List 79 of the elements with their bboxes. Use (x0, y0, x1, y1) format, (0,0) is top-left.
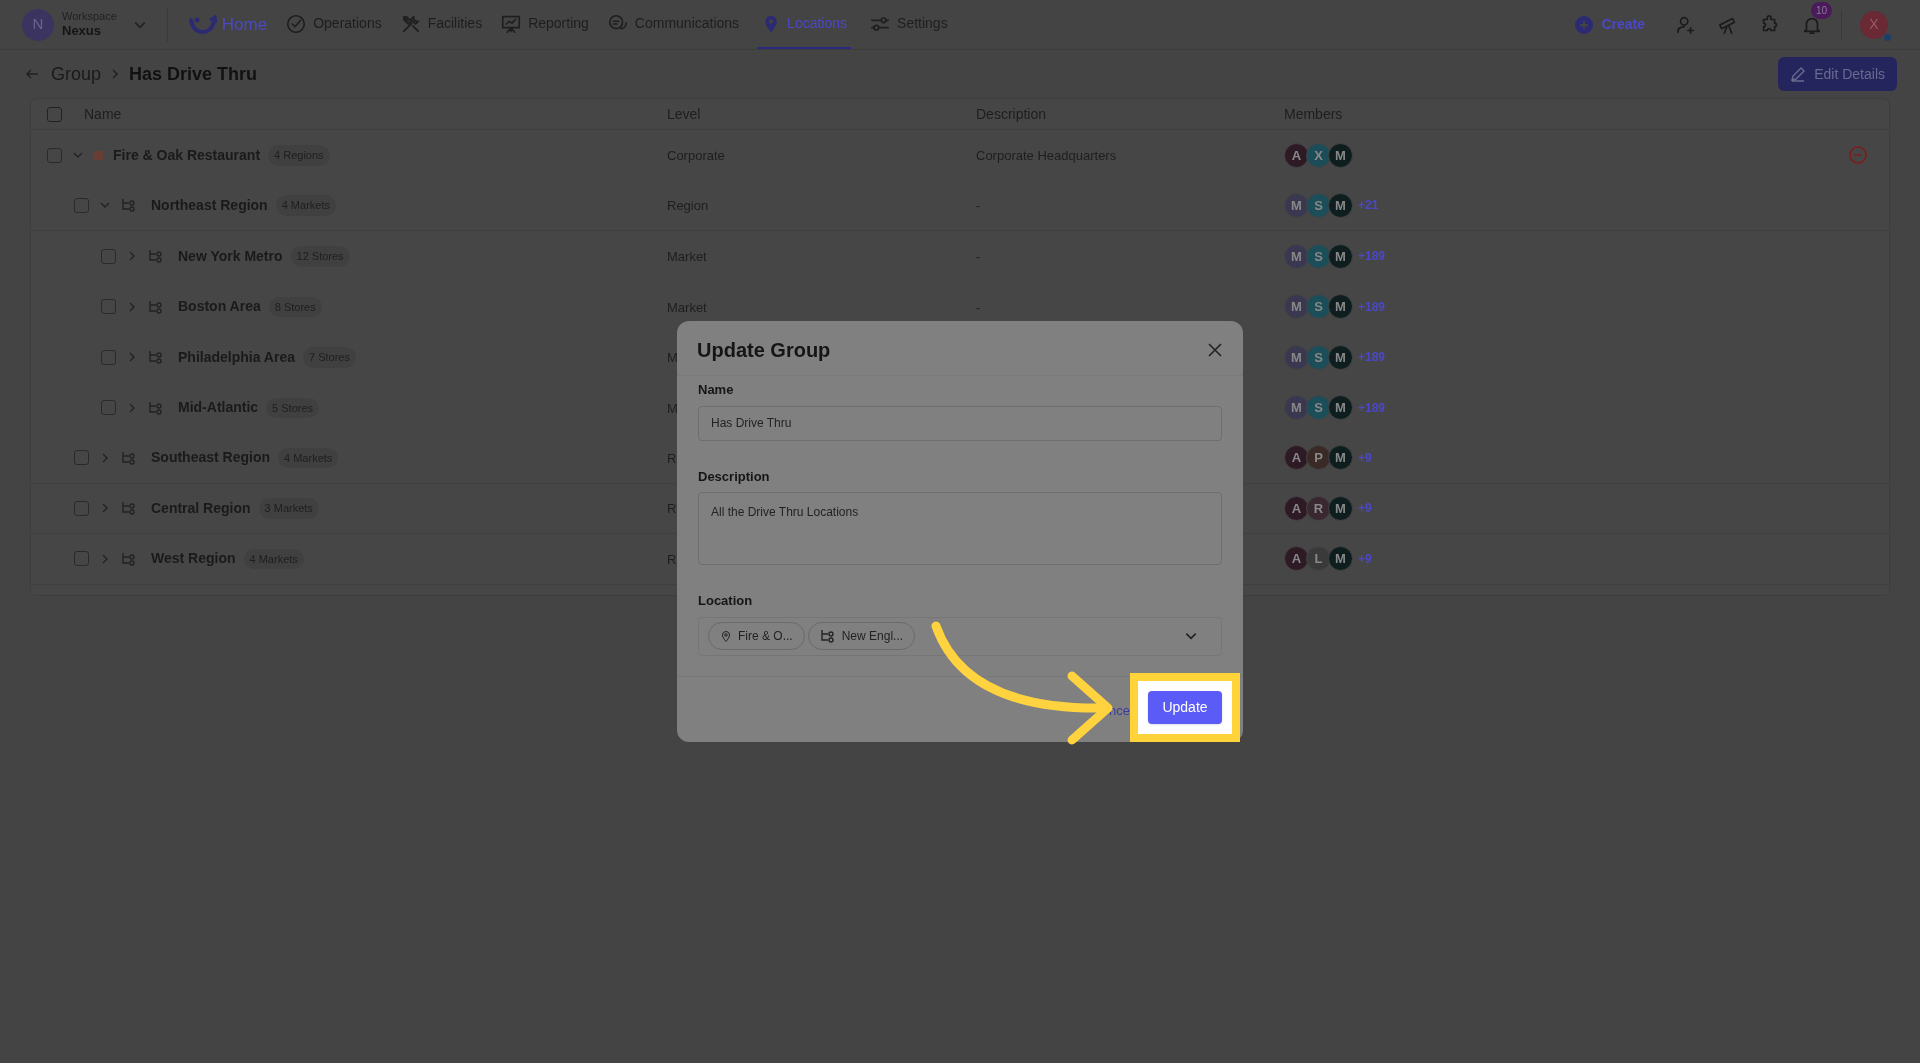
modal-title: Update Group (697, 338, 831, 363)
member-avatar: S (1306, 395, 1331, 421)
create-button[interactable]: Create (1575, 14, 1645, 35)
member-avatar: M (1328, 192, 1353, 218)
member-avatar: M (1284, 192, 1309, 218)
member-avatar: M (1284, 294, 1309, 320)
org-color-square (94, 150, 103, 160)
location-select[interactable]: Fire & O... New Engl... (698, 616, 1222, 656)
back-arrow-icon[interactable] (25, 67, 39, 81)
hierarchy-icon (148, 350, 164, 365)
field-label: Description (698, 467, 771, 486)
member-avatar: M (1284, 243, 1309, 269)
more-members-count[interactable]: +21 (1358, 196, 1379, 215)
update-button[interactable]: Update (1148, 691, 1222, 724)
member-avatar: S (1306, 344, 1331, 370)
more-members-count[interactable]: +9 (1358, 499, 1372, 518)
member-avatar: M (1328, 344, 1353, 370)
hierarchy-icon (148, 249, 164, 264)
row-checkbox[interactable] (74, 197, 89, 213)
hierarchy-icon (121, 198, 137, 213)
more-members-count[interactable]: +189 (1358, 247, 1386, 266)
more-members-count[interactable]: +189 (1358, 398, 1386, 417)
hierarchy-icon (148, 299, 164, 314)
member-avatar: R (1306, 495, 1331, 521)
row-checkbox[interactable] (101, 349, 116, 365)
member-avatar: S (1306, 192, 1331, 218)
more-members-count[interactable]: +9 (1358, 448, 1372, 467)
more-members-count[interactable]: +9 (1358, 549, 1372, 568)
member-avatar: M (1328, 395, 1353, 421)
member-avatar: M (1328, 294, 1353, 320)
member-avatar: A (1284, 142, 1309, 168)
hierarchy-icon (148, 400, 164, 415)
member-avatar: A (1284, 495, 1309, 521)
member-avatar: M (1328, 142, 1353, 168)
more-members-count[interactable]: +189 (1358, 297, 1386, 316)
member-avatar: M (1328, 243, 1353, 269)
more-members-count[interactable]: +189 (1358, 348, 1386, 367)
row-checkbox[interactable] (101, 400, 116, 416)
member-avatar: A (1284, 546, 1309, 572)
hierarchy-icon (121, 551, 137, 566)
close-icon[interactable] (1207, 342, 1223, 358)
remove-circle-icon[interactable] (1849, 146, 1867, 165)
nav-tab[interactable]: Locations (757, 0, 852, 49)
row-checkbox[interactable] (74, 500, 89, 516)
smile-logo-icon (187, 13, 218, 36)
row-checkbox[interactable] (101, 299, 116, 315)
member-avatar: M (1284, 344, 1309, 370)
notification-badge: 10 (1811, 1, 1833, 19)
member-avatar: S (1306, 294, 1331, 320)
member-avatar: M (1284, 395, 1309, 421)
member-avatar: L (1306, 546, 1331, 572)
member-avatar: M (1328, 445, 1353, 471)
row-checkbox[interactable] (101, 248, 116, 264)
row-checkbox[interactable] (47, 147, 62, 163)
description-cell: - (976, 299, 981, 315)
plus-circle-icon (1575, 15, 1594, 34)
member-avatar: S (1306, 243, 1331, 269)
description-textarea[interactable]: All the Drive Thru Locations (698, 492, 1222, 565)
row-checkbox[interactable] (74, 450, 89, 466)
hierarchy-icon (121, 501, 137, 516)
edit-details-button[interactable]: Edit Details (1778, 57, 1897, 91)
member-avatar: M (1328, 495, 1353, 521)
row-checkbox[interactable] (74, 551, 89, 567)
member-avatar: X (1306, 142, 1331, 168)
member-avatar: M (1328, 546, 1353, 572)
check-circle-icon (285, 12, 308, 35)
description-cell: - (976, 198, 981, 214)
location-pin-icon (720, 629, 732, 643)
member-avatar: P (1306, 445, 1331, 471)
field-label: Name (698, 381, 735, 399)
hierarchy-icon (121, 450, 137, 465)
description-cell: - (976, 249, 981, 265)
pencil-icon (1790, 66, 1807, 82)
name-input[interactable]: Has Drive Thru (698, 405, 1222, 441)
field-label: Location (698, 592, 754, 610)
hierarchy-icon (819, 629, 836, 643)
home-link[interactable]: Home (187, 0, 268, 49)
member-avatar: A (1284, 445, 1309, 471)
select-all-checkbox[interactable] (47, 106, 62, 122)
